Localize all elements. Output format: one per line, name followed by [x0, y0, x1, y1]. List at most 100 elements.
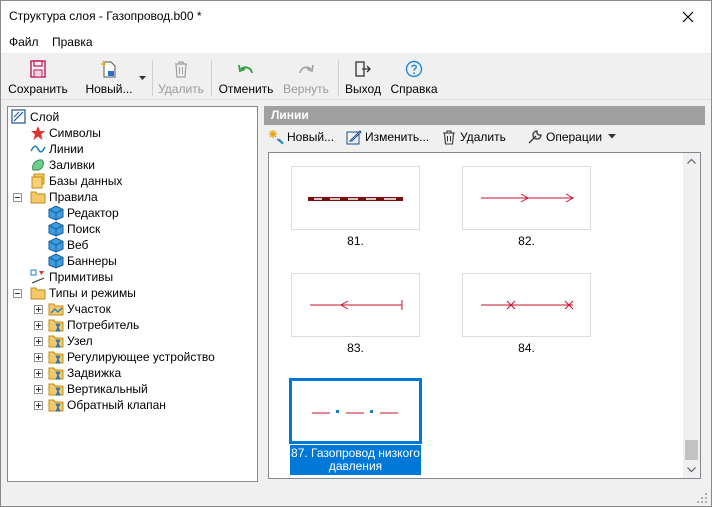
expand-toggle[interactable] — [34, 369, 43, 378]
resize-grip-icon[interactable] — [696, 492, 708, 504]
tree-item-primitives[interactable]: Примитивы — [30, 269, 113, 285]
tile-caption-selected: 87. Газопровод низкого давления — [290, 445, 421, 475]
trash-icon — [175, 61, 187, 78]
operations-menu-button[interactable]: Операции — [527, 129, 620, 145]
primitives-icon — [30, 269, 45, 284]
edit-pencil-icon — [346, 130, 362, 145]
line-style-tile[interactable] — [291, 166, 420, 230]
collapse-types-toggle[interactable] — [13, 289, 22, 298]
panel-delete-label: Удалить — [460, 130, 506, 144]
tree-label: Вертикальный — [67, 382, 148, 396]
tree-item-types[interactable]: Типы и режимы — [30, 285, 136, 301]
line-style-tile[interactable] — [291, 273, 420, 337]
scrollbar-thumb[interactable] — [685, 440, 698, 460]
caption-line-2: давления — [328, 459, 383, 473]
panel-edit-label: Изменить... — [365, 130, 430, 144]
line-style-tile-selected[interactable] — [289, 378, 422, 444]
tree-item-rules[interactable]: Правила — [30, 189, 98, 205]
tree-label: Узел — [67, 334, 93, 348]
tree-item-lines[interactable]: Линии — [30, 141, 84, 157]
scroll-down-arrow-icon[interactable] — [683, 461, 700, 478]
tree-item-banners[interactable]: Баннеры — [48, 253, 117, 269]
tree-item-type-check-valve[interactable]: Обратный клапан — [48, 397, 166, 413]
tree-item-databases[interactable]: Базы данных — [30, 173, 122, 189]
exit-button[interactable]: Выход — [342, 56, 384, 98]
help-button[interactable]: Справка — [389, 56, 439, 98]
line-styles-gallery[interactable]: 81. 82. 83. 84. 87. Газопровод низкого д… — [268, 152, 701, 479]
new-label: Новый... — [85, 82, 133, 96]
layer-tree[interactable]: Слой Символы Линии Заливки Базы данных П… — [7, 106, 258, 482]
undo-button[interactable]: Отменить — [217, 56, 275, 98]
dropdown-arrow-icon — [608, 134, 617, 139]
undo-label: Отменить — [218, 82, 274, 96]
menu-file[interactable]: Файл — [9, 35, 39, 49]
panel-edit-button[interactable]: Изменить... — [346, 129, 429, 145]
new-button[interactable]: Новый... — [81, 56, 137, 98]
expand-toggle[interactable] — [34, 353, 43, 362]
redo-label: Вернуть — [283, 82, 329, 96]
cube-icon — [48, 253, 64, 269]
undo-icon — [238, 64, 253, 74]
expand-toggle[interactable] — [34, 337, 43, 346]
toolbar-separator — [211, 60, 212, 96]
help-label: Справка — [390, 82, 438, 96]
tree-label: Редактор — [67, 206, 119, 220]
fill-icon — [32, 159, 44, 171]
scroll-up-arrow-icon[interactable] — [683, 153, 700, 170]
tree-item-type-node[interactable]: Узел — [48, 333, 93, 349]
close-button[interactable] — [665, 1, 711, 32]
line-style-preview — [308, 197, 403, 201]
expand-toggle[interactable] — [34, 305, 43, 314]
tree-label: Участок — [67, 302, 111, 316]
tree-item-layer[interactable]: Слой — [11, 109, 59, 125]
expand-toggle[interactable] — [34, 321, 43, 330]
expand-toggle[interactable] — [34, 385, 43, 394]
tree-item-type-regulator[interactable]: Регулирующее устройство — [48, 349, 215, 365]
window-title: Структура слоя - Газопровод.b00 * — [9, 9, 202, 23]
line-style-preview — [312, 410, 398, 414]
tree-item-type-segment[interactable]: Участок — [48, 301, 111, 317]
tree-item-type-consumer[interactable]: Потребитель — [48, 317, 139, 333]
collapse-rules-toggle[interactable] — [13, 193, 22, 202]
cube-icon — [48, 237, 64, 253]
tree-item-symbols[interactable]: Символы — [30, 125, 101, 141]
star-icon — [31, 126, 45, 140]
tree-item-search[interactable]: Поиск — [48, 221, 100, 237]
sparkle-new-icon — [269, 130, 284, 145]
new-dropdown-button[interactable] — [137, 56, 149, 98]
title-bar: Структура слоя - Газопровод.b00 * — [1, 1, 711, 32]
status-bar — [1, 488, 711, 506]
tree-item-fills[interactable]: Заливки — [30, 157, 95, 173]
tree-label: Регулирующее устройство — [67, 350, 215, 364]
type-node-icon — [48, 383, 64, 396]
type-node-icon — [48, 335, 64, 348]
line-style-tile[interactable] — [462, 166, 591, 230]
vertical-scrollbar[interactable] — [683, 153, 700, 478]
line-style-tile[interactable] — [462, 273, 591, 337]
redo-button[interactable]: Вернуть — [281, 56, 331, 98]
save-button[interactable]: Сохранить — [5, 56, 71, 98]
tree-label: Поиск — [67, 222, 101, 236]
tile-caption: 83. — [347, 341, 364, 355]
delete-button[interactable]: Удалить — [155, 56, 207, 98]
expand-toggle[interactable] — [34, 401, 43, 410]
tree-item-editor[interactable]: Редактор — [48, 205, 119, 221]
help-icon — [405, 60, 423, 78]
tree-item-type-valve[interactable]: Задвижка — [48, 365, 121, 381]
tree-item-type-vertical[interactable]: Вертикальный — [48, 381, 148, 397]
operations-label: Операции — [546, 130, 603, 144]
panel-delete-button[interactable]: Удалить — [441, 129, 506, 145]
panel-new-button[interactable]: Новый... — [268, 129, 334, 145]
menu-bar: Файл Правка — [1, 32, 711, 53]
save-icon — [30, 60, 46, 78]
type-node-icon — [48, 351, 64, 364]
menu-edit[interactable]: Правка — [52, 35, 93, 49]
tree-label: Обратный клапан — [67, 398, 166, 412]
line-wave-icon — [30, 145, 46, 153]
folder-icon — [30, 191, 46, 204]
type-node-icon — [48, 319, 64, 332]
exit-icon — [355, 61, 371, 77]
tree-label: Баннеры — [67, 254, 117, 268]
type-line-icon — [48, 303, 64, 316]
tree-item-web[interactable]: Веб — [48, 237, 88, 253]
